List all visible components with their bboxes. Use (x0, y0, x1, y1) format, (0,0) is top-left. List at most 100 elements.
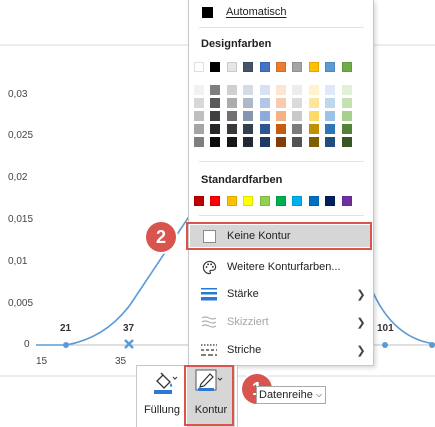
x-tick-label: 15 (36, 356, 48, 367)
color-swatch[interactable] (308, 111, 319, 121)
color-swatch[interactable] (276, 111, 286, 121)
color-swatch[interactable] (259, 196, 270, 206)
color-swatch[interactable] (243, 124, 254, 134)
chevron-right-icon: ❯ (356, 316, 366, 329)
no-outline-highlight (186, 222, 372, 250)
step-badge-2: 2 (146, 222, 176, 252)
color-swatch[interactable] (308, 98, 319, 108)
color-swatch[interactable] (325, 111, 336, 121)
color-swatch[interactable] (308, 124, 319, 134)
color-swatch[interactable] (276, 196, 286, 206)
color-swatch[interactable] (292, 85, 303, 95)
color-swatch[interactable] (341, 111, 352, 121)
color-swatch[interactable] (292, 196, 303, 206)
color-swatch[interactable] (276, 62, 286, 72)
color-swatch[interactable] (226, 137, 237, 147)
color-swatch[interactable] (276, 137, 286, 147)
color-swatch[interactable] (194, 196, 204, 206)
color-swatch[interactable] (276, 98, 286, 108)
y-tick-label: 0,01 (8, 256, 28, 267)
color-swatch[interactable] (243, 62, 254, 72)
color-swatch[interactable] (210, 196, 221, 206)
color-swatch[interactable] (341, 137, 352, 147)
y-tick-label: 0,03 (8, 89, 28, 100)
chevron-down-icon: ⌵ (315, 390, 323, 399)
automatic-color-label: Automatisch (226, 6, 287, 18)
color-swatch[interactable] (210, 85, 221, 95)
sketched-item[interactable]: Skizziert ❯ (190, 311, 372, 333)
color-swatch[interactable] (325, 137, 336, 147)
color-swatch[interactable] (308, 137, 319, 147)
color-swatch[interactable] (210, 137, 221, 147)
color-swatch[interactable] (308, 196, 319, 206)
color-swatch[interactable] (226, 85, 237, 95)
color-swatch[interactable] (341, 62, 352, 72)
color-swatch[interactable] (194, 85, 204, 95)
color-swatch[interactable] (210, 124, 221, 134)
color-swatch[interactable] (194, 62, 204, 72)
color-swatch[interactable] (226, 111, 237, 121)
color-swatch[interactable] (325, 62, 336, 72)
color-swatch[interactable] (194, 124, 204, 134)
data-label: 37 (123, 323, 135, 334)
color-swatch[interactable] (341, 124, 352, 134)
color-swatch[interactable] (210, 62, 221, 72)
color-swatch[interactable] (276, 124, 286, 134)
color-swatch[interactable] (194, 137, 204, 147)
chevron-right-icon: ❯ (356, 344, 366, 357)
series-selector-dropdown[interactable]: Datenreihen2 P ⌵ (256, 386, 326, 404)
color-swatch[interactable] (226, 196, 237, 206)
color-swatch[interactable] (325, 85, 336, 95)
color-swatch[interactable] (226, 98, 237, 108)
color-swatch[interactable] (243, 196, 254, 206)
color-swatch[interactable] (243, 111, 254, 121)
more-outline-colors-item[interactable]: Weitere Konturfarben... (190, 256, 372, 278)
color-swatch[interactable] (243, 85, 254, 95)
more-outline-colors-label: Weitere Konturfarben... (227, 261, 341, 273)
y-tick-label: 0,025 (8, 130, 34, 141)
color-swatch[interactable] (243, 137, 254, 147)
color-swatch[interactable] (259, 124, 270, 134)
fill-button[interactable]: Füllung (139, 366, 185, 427)
color-swatch[interactable] (226, 124, 237, 134)
color-swatch[interactable] (341, 196, 352, 206)
outline-dropdown-menu: Automatisch Designfarben Standardfarben … (188, 0, 374, 366)
sketched-label: Skizziert (227, 316, 269, 328)
dashes-icon (201, 342, 217, 358)
data-label: 101 (377, 323, 394, 334)
color-swatch[interactable] (292, 124, 303, 134)
color-swatch[interactable] (341, 98, 352, 108)
data-label: 21 (60, 323, 72, 334)
color-swatch[interactable] (292, 111, 303, 121)
y-tick-label: 0,02 (8, 172, 28, 183)
color-swatch[interactable] (308, 85, 319, 95)
color-swatch[interactable] (341, 85, 352, 95)
color-swatch[interactable] (259, 62, 270, 72)
color-swatch[interactable] (292, 137, 303, 147)
color-swatch[interactable] (259, 111, 270, 121)
divider (199, 27, 364, 28)
standard-colors-title: Standardfarben (201, 174, 283, 186)
color-swatch[interactable] (259, 137, 270, 147)
color-swatch[interactable] (210, 98, 221, 108)
color-swatch[interactable] (259, 98, 270, 108)
color-swatch[interactable] (292, 98, 303, 108)
color-swatch[interactable] (276, 85, 286, 95)
color-swatch[interactable] (325, 98, 336, 108)
marker-x-point (124, 339, 134, 349)
color-swatch[interactable] (292, 62, 303, 72)
color-swatch[interactable] (210, 111, 221, 121)
color-swatch[interactable] (325, 196, 336, 206)
color-swatch[interactable] (308, 62, 319, 72)
color-swatch[interactable] (226, 62, 237, 72)
color-swatch[interactable] (194, 98, 204, 108)
data-point (63, 342, 69, 348)
color-swatch[interactable] (325, 124, 336, 134)
dashes-label: Striche (227, 344, 262, 356)
weight-item[interactable]: Stärke ❯ (190, 283, 372, 305)
color-swatch[interactable] (243, 98, 254, 108)
dashes-item[interactable]: Striche ❯ (190, 339, 372, 361)
color-swatch[interactable] (259, 85, 270, 95)
automatic-color-item[interactable]: Automatisch (190, 3, 372, 21)
color-swatch[interactable] (194, 111, 204, 121)
